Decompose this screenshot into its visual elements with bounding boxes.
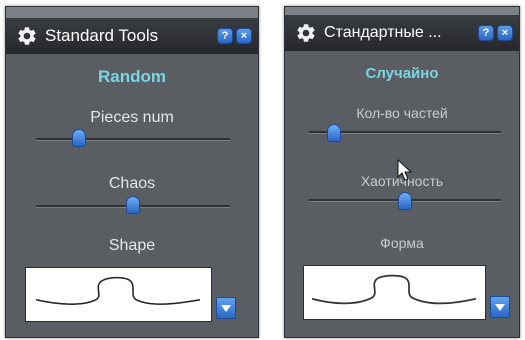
slider-track	[36, 138, 230, 141]
panel-top-edge	[6, 7, 258, 18]
mouse-pointer-icon	[397, 159, 413, 181]
panel-titlebar[interactable]: Standard Tools ? ×	[6, 18, 258, 54]
shape-preview[interactable]	[303, 265, 486, 320]
panel-titlebar[interactable]: Стандартные ... ? ×	[285, 15, 519, 51]
shape-curve	[35, 276, 201, 305]
slider-knob[interactable]	[71, 129, 86, 147]
panel-title: Стандартные ...	[324, 24, 442, 41]
shape-label: Shape	[108, 237, 156, 254]
triangle-down-icon	[495, 303, 505, 311]
shape-curve	[311, 274, 477, 305]
gear-icon	[18, 27, 36, 45]
panel-top-edge	[285, 7, 519, 15]
close-button[interactable]: ×	[236, 28, 252, 44]
mode-heading: Random	[98, 67, 166, 86]
close-button[interactable]: ×	[497, 25, 513, 41]
chaos-label: Chaos	[108, 175, 156, 192]
shape-dropdown-button[interactable]	[216, 297, 236, 319]
shape-preview[interactable]	[25, 267, 212, 322]
panel-title: Standard Tools	[45, 26, 159, 45]
help-button[interactable]: ?	[478, 25, 494, 41]
slider-knob[interactable]	[126, 196, 140, 214]
shape-label: Форма	[380, 235, 424, 251]
shape-dropdown-button[interactable]	[490, 296, 510, 318]
pieces-num-label: Pieces num	[90, 109, 174, 126]
mode-heading: Случайно	[365, 65, 439, 82]
gear-icon	[297, 24, 315, 42]
triangle-down-icon	[221, 304, 231, 312]
slider-knob[interactable]	[326, 124, 341, 142]
pieces-num-label: Кол-во частей	[356, 105, 448, 121]
help-button[interactable]: ?	[217, 28, 233, 44]
standard-tools-panel: Standard Tools ? × Random Pieces num Cha…	[5, 6, 259, 338]
slider-knob[interactable]	[398, 192, 412, 210]
standard-tools-panel-ru: Стандартные ... ? × Случайно Кол-во част…	[284, 6, 520, 338]
